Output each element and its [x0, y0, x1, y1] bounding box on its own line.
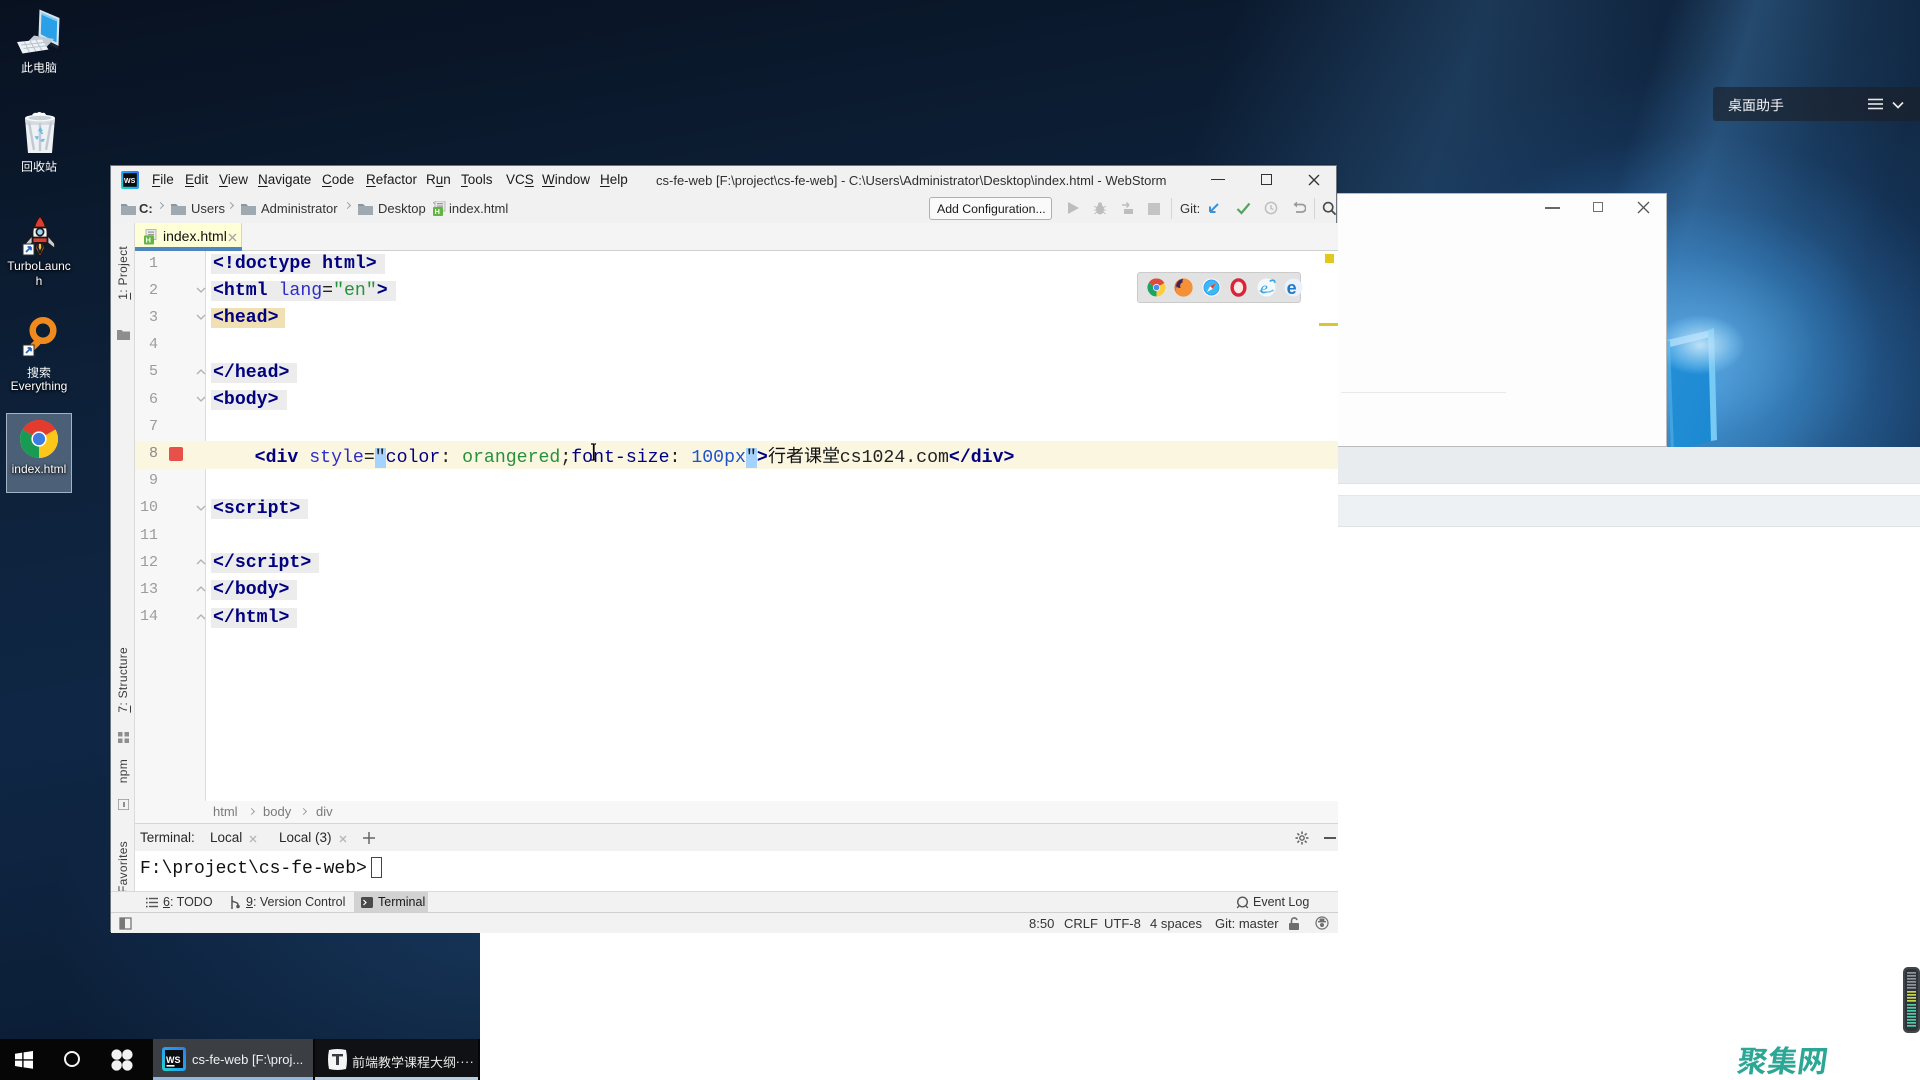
svg-text:e: e: [1287, 278, 1297, 297]
svg-text:H: H: [435, 207, 440, 216]
svg-text:e: e: [1260, 279, 1268, 298]
svg-text:H: H: [146, 236, 151, 245]
svg-text:WS: WS: [166, 1055, 181, 1065]
svg-text:WS: WS: [124, 178, 136, 185]
